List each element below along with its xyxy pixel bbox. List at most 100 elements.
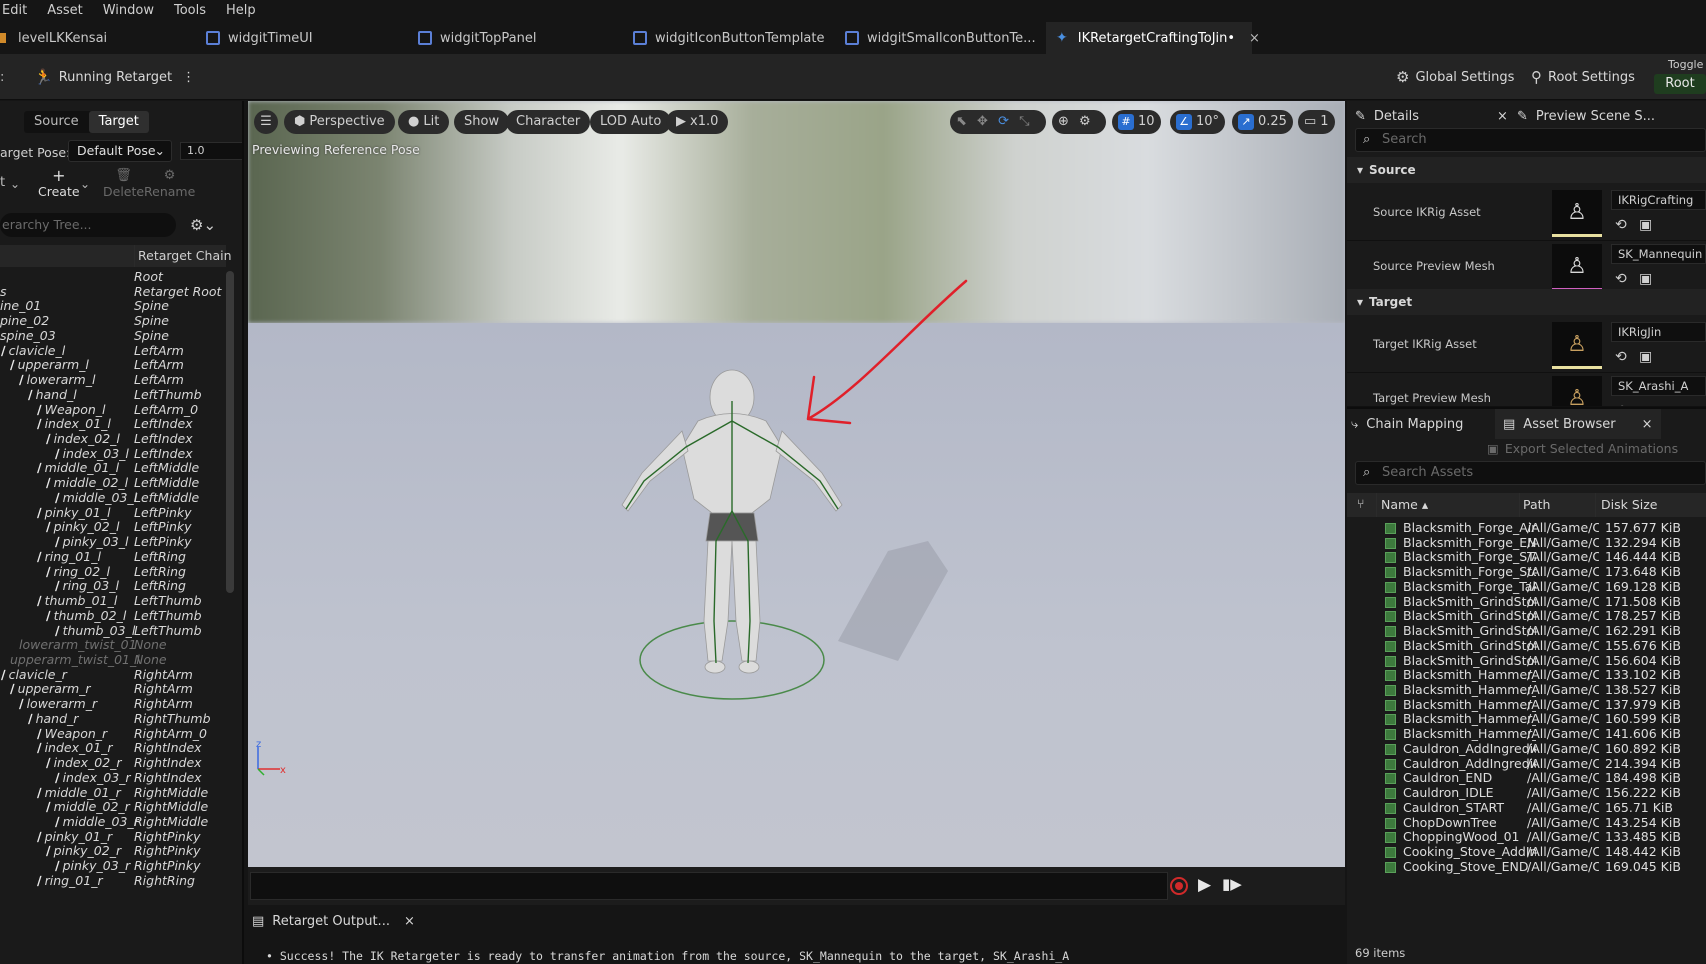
hierarchy-row[interactable]: ∕ index_02_r RightIndex	[0, 755, 226, 771]
hierarchy-row[interactable]: ∕ index_01_r RightIndex	[0, 740, 226, 756]
step-forward-button[interactable]: ▮▶	[1222, 875, 1242, 893]
source-section-header[interactable]: ▾ Source	[1347, 157, 1706, 183]
hierarchy-row[interactable]: ∕ Weapon_l LeftArm_0	[0, 402, 226, 418]
hierarchy-row[interactable]: ∕ ring_01_l LeftRing	[0, 549, 226, 565]
details-search-input[interactable]: ⌕ Search	[1355, 128, 1706, 152]
menu-window[interactable]: Window	[93, 0, 164, 22]
hierarchy-row[interactable]: ∕ middle_01_r RightMiddle	[0, 785, 226, 801]
menu-edit[interactable]: Edit	[0, 0, 37, 22]
source-ikrig-thumbnail[interactable]: ♙	[1552, 190, 1602, 237]
asset-row[interactable]: ChoppingWood_01/All/Game/Cr 133.485 KiB	[1347, 829, 1706, 845]
chevron-down-icon[interactable]: ⌄	[80, 177, 90, 191]
asset-row[interactable]: Cooking_Stove_AddIng/All/Game/Cr 148.442 …	[1347, 844, 1706, 860]
rename-button[interactable]: ⚙ Rename	[144, 168, 195, 199]
asset-row[interactable]: Cauldron_START/All/Game/Cr 165.71 KiB	[1347, 800, 1706, 816]
target-section-header[interactable]: ▾ Target	[1347, 289, 1706, 315]
browse-icon[interactable]: ▣	[1639, 271, 1652, 287]
tab-widgit-small-icon-button[interactable]: widgitSmallconButtonTe...	[845, 22, 1036, 54]
pose-amount-field[interactable]: 1.0	[180, 142, 242, 160]
hierarchy-row[interactable]: ∕ ring_02_l LeftRing	[0, 564, 226, 580]
tab-widgit-time-ui[interactable]: widgitTimeUI	[206, 22, 313, 54]
asset-row[interactable]: BlackSmith_GrindStone/All/Game/Cr 162.291…	[1347, 623, 1706, 639]
timeline-scrubber[interactable]	[250, 872, 1168, 900]
hierarchy-row[interactable]: ∕ Weapon_r RightArm_0	[0, 726, 226, 742]
source-ikrig-value[interactable]: IKRigCrafting	[1611, 190, 1706, 210]
root-settings-button[interactable]: ⚲ Root Settings	[1531, 62, 1635, 92]
hierarchy-row[interactable]: ∕ thumb_02_l LeftThumb	[0, 608, 226, 624]
hierarchy-row[interactable]: upperarm_twist_01_l None	[0, 652, 226, 668]
toggle-root-button[interactable]: Root	[1654, 74, 1706, 94]
source-mesh-thumbnail[interactable]: ♙	[1552, 244, 1602, 291]
hierarchy-row[interactable]: ∕ hand_l LeftThumb	[0, 387, 226, 403]
hierarchy-row[interactable]: ∕ pinky_03_r RightPinky	[0, 858, 226, 874]
asset-row[interactable]: ChopDownTree/All/Game/Cr 143.254 KiB	[1347, 815, 1706, 831]
asset-row[interactable]: BlackSmith_GrindStone/All/Game/Cr 178.257…	[1347, 608, 1706, 624]
menu-help[interactable]: Help	[216, 0, 266, 22]
chevron-down-icon[interactable]: ⌄	[10, 177, 20, 191]
asset-row[interactable]: BlackSmith_GrindStone/All/Game/Cr 171.508…	[1347, 594, 1706, 610]
hierarchy-row[interactable]: Root	[0, 269, 226, 285]
tab-widgit-top-panel[interactable]: widgitTopPanel	[418, 22, 536, 54]
asset-row[interactable]: Blacksmith_Forge_Tak/All/Game/Cr 169.128 …	[1347, 579, 1706, 595]
hierarchy-row[interactable]: ∕ upperarm_r RightArm	[0, 681, 226, 697]
target-tab[interactable]: Target	[88, 111, 149, 133]
hierarchy-row[interactable]: ∕ pinky_02_r RightPinky	[0, 843, 226, 859]
tab-level-lkkensai[interactable]: levelLKKensai	[0, 22, 140, 54]
asset-row[interactable]: Blacksmith_Hammer_S/All/Game/Cr 160.599 K…	[1347, 711, 1706, 727]
hierarchy-row[interactable]: ∕ lowerarm_l LeftArm	[0, 372, 226, 388]
disk-size-column-header[interactable]: Disk Size	[1601, 497, 1657, 512]
target-ikrig-value[interactable]: IKRigJin	[1611, 322, 1706, 342]
hierarchy-search-input[interactable]: erarchy Tree...	[0, 213, 176, 237]
close-tab-button[interactable]: ×	[1497, 109, 1508, 124]
asset-row[interactable]: Blacksmith_Forge_Stok/All/Game/Cr 173.648…	[1347, 564, 1706, 580]
asset-row[interactable]: Cooking_Stove_END/All/Game/Cr 169.045 KiB	[1347, 859, 1706, 875]
hierarchy-row[interactable]: ∕ middle_03_l LeftMiddle	[0, 490, 226, 506]
hierarchy-row[interactable]: pine_02 Spine	[0, 313, 226, 329]
asset-row[interactable]: Blacksmith_Hammer_II/All/Game/Cr 138.527 …	[1347, 682, 1706, 698]
create-button[interactable]: + Create	[38, 168, 80, 200]
target-mesh-thumbnail[interactable]: ♙	[1552, 376, 1602, 406]
hierarchy-row[interactable]: s Retarget Root	[0, 284, 226, 300]
tab-ik-retarget[interactable]: ✦ IKRetargetCraftingToJin• ×	[1046, 22, 1260, 54]
asset-row[interactable]: BlackSmith_GrindStone/All/Game/Cr 156.604…	[1347, 653, 1706, 669]
close-tab-button[interactable]: ×	[1249, 31, 1260, 46]
asset-row[interactable]: Blacksmith_Forge_END/All/Game/Cr 132.294 …	[1347, 535, 1706, 551]
asset-browser-tab[interactable]: ▤ Asset Browser ×	[1495, 409, 1661, 439]
global-settings-button[interactable]: ⚙ Global Settings	[1396, 62, 1514, 92]
target-ikrig-thumbnail[interactable]: ♙	[1552, 322, 1602, 369]
record-button[interactable]	[1170, 877, 1188, 895]
hierarchy-row[interactable]: ∕ ring_01_r RightRing	[0, 873, 226, 889]
hierarchy-row[interactable]: ∕ hand_r RightThumb	[0, 711, 226, 727]
hierarchy-row[interactable]: ∕ upperarm_l LeftArm	[0, 357, 226, 373]
source-tab[interactable]: Source	[24, 111, 89, 133]
asset-row[interactable]: Cauldron_AddIngredien/All/Game/Cr 160.892…	[1347, 741, 1706, 757]
asset-row[interactable]: Cauldron_END/All/Game/Cr 184.498 KiB	[1347, 770, 1706, 786]
hierarchy-row[interactable]: ∕ clavicle_l LeftArm	[0, 343, 226, 359]
name-column-header[interactable]: Name ▴	[1381, 497, 1428, 512]
asset-search-input[interactable]: ⌕ Search Assets	[1355, 461, 1706, 485]
preview-scene-settings-tab[interactable]: ✎ Preview Scene S...	[1517, 101, 1655, 131]
hierarchy-row[interactable]: ∕ clavicle_r RightArm	[0, 667, 226, 683]
hierarchy-row[interactable]: lowerarm_twist_01 None	[0, 637, 226, 653]
asset-row[interactable]: Blacksmith_Hammer_S/All/Game/Cr 141.606 K…	[1347, 726, 1706, 742]
close-tab-button[interactable]: ×	[1642, 417, 1653, 432]
asset-row[interactable]: BlackSmith_GrindStone/All/Game/Cr 155.676…	[1347, 638, 1706, 654]
menu-tools[interactable]: Tools	[164, 0, 216, 22]
hierarchy-row[interactable]: ∕ thumb_01_l LeftThumb	[0, 593, 226, 609]
asset-row[interactable]: Blacksmith_Hammer_E/All/Game/Cr 133.102 K…	[1347, 667, 1706, 683]
asset-row[interactable]: Blacksmith_Hammer_II/All/Game/Cr 137.979 …	[1347, 697, 1706, 713]
running-retarget-button[interactable]: 🏃 Running Retarget ⋮	[34, 62, 195, 92]
browse-icon[interactable]: ▣	[1639, 349, 1652, 365]
play-button[interactable]: ▶	[1198, 875, 1211, 895]
hierarchy-row[interactable]: ∕ middle_02_l LeftMiddle	[0, 475, 226, 491]
menu-asset[interactable]: Asset	[37, 0, 93, 22]
hierarchy-row[interactable]: ∕ middle_01_l LeftMiddle	[0, 460, 226, 476]
hierarchy-row[interactable]: ∕ pinky_02_l LeftPinky	[0, 519, 226, 535]
close-tab-button[interactable]: ×	[404, 914, 415, 929]
hierarchy-row[interactable]: ∕ ring_03_l LeftRing	[0, 578, 226, 594]
settings-gear-icon[interactable]: ⚙⌄	[190, 216, 216, 234]
details-tab[interactable]: ✎ Details ×	[1355, 101, 1508, 131]
target-pose-dropdown[interactable]: Default Pose ⌄	[68, 140, 172, 162]
hierarchy-row[interactable]: ∕ index_03_r RightIndex	[0, 770, 226, 786]
tab-widgit-icon-button-template[interactable]: widgitIconButtonTemplate	[633, 22, 825, 54]
